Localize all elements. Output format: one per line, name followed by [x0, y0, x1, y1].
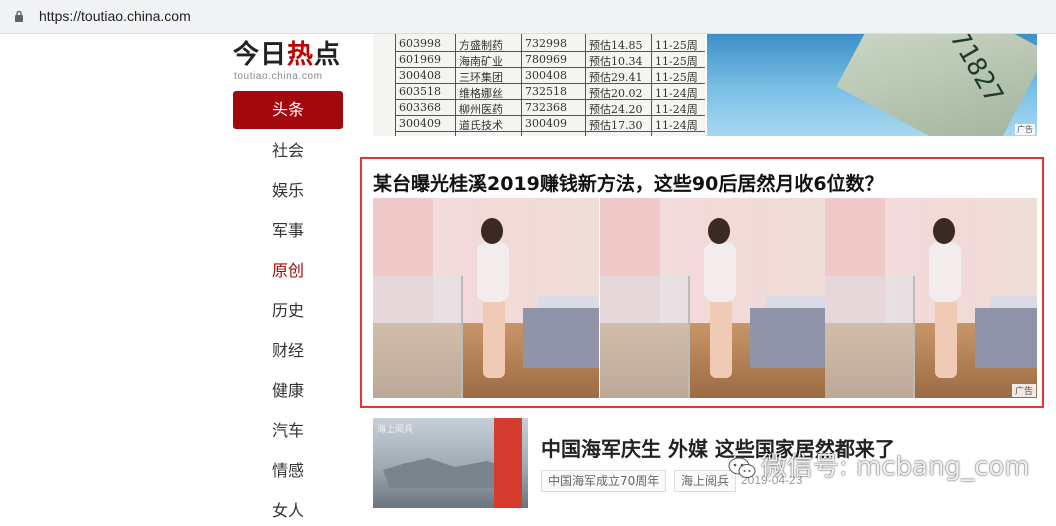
wechat-icon	[728, 457, 756, 478]
nav-item-history[interactable]: 历史	[233, 296, 343, 326]
ad-photo[interactable]: 广告	[825, 198, 1037, 398]
stock-table-image: 603998 方盛制药 732998 预估14.85 11-25周 601969 海南矿业…	[373, 34, 705, 136]
stock-row: 601969 海南矿业 780969 预估10.34 11-25周	[395, 52, 705, 68]
nav-item-emotion[interactable]: 情感	[233, 456, 343, 486]
ad-title-link[interactable]: 某台曝光桂溪2019赚钱新方法，这些90后居然月收6位数？	[373, 169, 884, 196]
nav-item-entertainment[interactable]: 娱乐	[233, 176, 343, 206]
banknote-shape	[836, 34, 1037, 136]
lock-icon	[15, 10, 23, 22]
stock-row: 603368 柳州医药 732368 预估24.20 11-24周	[395, 100, 705, 116]
nav-item-society[interactable]: 社会	[233, 136, 343, 166]
url-text[interactable]: https://toutiao.china.com	[39, 8, 191, 24]
logo-wordmark: 今日热点	[233, 40, 342, 70]
ad-photo[interactable]	[600, 198, 826, 398]
news-thumbnail[interactable]: 海上阅兵	[373, 418, 528, 508]
stock-row: 300408 三环集团 300408 预估29.41 11-25周	[395, 68, 705, 84]
nav-item-headline[interactable]: 头条	[233, 91, 343, 129]
ad-label: 广告	[1015, 124, 1035, 135]
crane-shape	[494, 418, 522, 508]
nav-item-original[interactable]: 原创	[233, 256, 343, 286]
wechat-watermark: 微信号: mcbang_com	[727, 446, 1030, 482]
logo-domain: toutiao.china.com	[234, 71, 323, 82]
site-logo[interactable]: 今日热点 toutiao.china.com	[233, 40, 345, 85]
stock-row: 603998 方盛制药 732998 预估14.85 11-25周	[395, 36, 705, 52]
nav-item-auto[interactable]: 汽车	[233, 416, 343, 446]
thumbnail-caption: 海上阅兵	[377, 425, 414, 435]
ad-image-strip[interactable]: 广告	[373, 198, 1037, 398]
news-tag[interactable]: 中国海军成立70周年	[541, 470, 667, 492]
nav-item-military[interactable]: 军事	[233, 216, 343, 246]
nav-item-health[interactable]: 健康	[233, 376, 343, 406]
stock-row: 300409 道氏技术 300409 预估17.30 11-24周	[395, 116, 705, 132]
nav-item-women[interactable]: 女人	[233, 496, 343, 526]
watermark-text: 微信号: mcbang_com	[761, 452, 1030, 482]
stock-row: 603518 维格娜丝 732518 预估20.02 11-24周	[395, 84, 705, 100]
browser-url-bar[interactable]: https://toutiao.china.com	[0, 0, 1056, 34]
nav-item-finance[interactable]: 财经	[233, 336, 343, 366]
money-boat-image: 71827 广告	[707, 34, 1037, 136]
ad-label: 广告	[1011, 384, 1036, 397]
ad-photo[interactable]	[373, 198, 599, 398]
top-ad-card[interactable]: 603998 方盛制药 732998 预估14.85 11-25周 601969 海南矿业…	[373, 34, 1037, 136]
